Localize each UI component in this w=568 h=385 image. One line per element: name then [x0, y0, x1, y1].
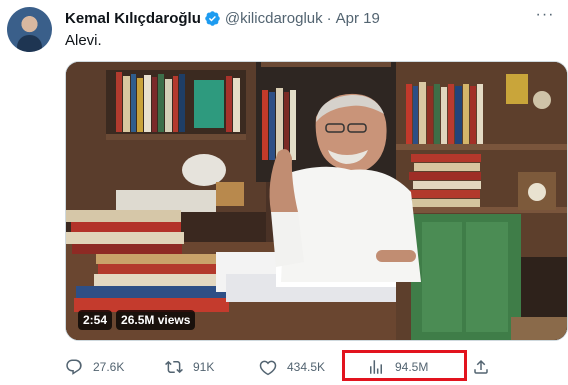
- verified-badge-icon[interactable]: [204, 10, 221, 27]
- views-highlight-box: [342, 350, 467, 381]
- video-frame-image: [66, 62, 567, 340]
- like-button[interactable]: 434.5K: [259, 351, 325, 383]
- retweet-count: 91K: [193, 360, 215, 374]
- tweet-date[interactable]: Apr 19: [336, 10, 380, 27]
- tweet-header: Kemal Kılıçdaroğlu @kilicdarogluk · Apr …: [65, 8, 380, 28]
- video-player[interactable]: 2:54 26.5M views: [65, 61, 568, 341]
- author-name[interactable]: Kemal Kılıçdaroğlu: [65, 10, 201, 27]
- reply-button[interactable]: 27.6K: [65, 351, 124, 383]
- separator-dot: ·: [326, 9, 332, 27]
- more-options-icon[interactable]: ···: [534, 7, 556, 28]
- author-avatar[interactable]: [7, 7, 52, 52]
- share-button[interactable]: [472, 351, 500, 383]
- retweet-button[interactable]: 91K: [165, 351, 214, 383]
- reply-count: 27.6K: [93, 360, 125, 374]
- like-count: 434.5K: [287, 360, 326, 374]
- video-duration: 2:54: [78, 310, 113, 330]
- video-meta: 2:54 26.5M views: [78, 310, 196, 330]
- author-handle[interactable]: @kilicdarogluk: [225, 10, 323, 27]
- share-icon: [474, 359, 488, 374]
- tweet-text: Alevi.: [65, 32, 102, 49]
- retweet-icon: [165, 360, 183, 374]
- heart-icon: [259, 360, 277, 376]
- reply-icon: [66, 359, 82, 375]
- video-view-count: 26.5M views: [116, 310, 196, 330]
